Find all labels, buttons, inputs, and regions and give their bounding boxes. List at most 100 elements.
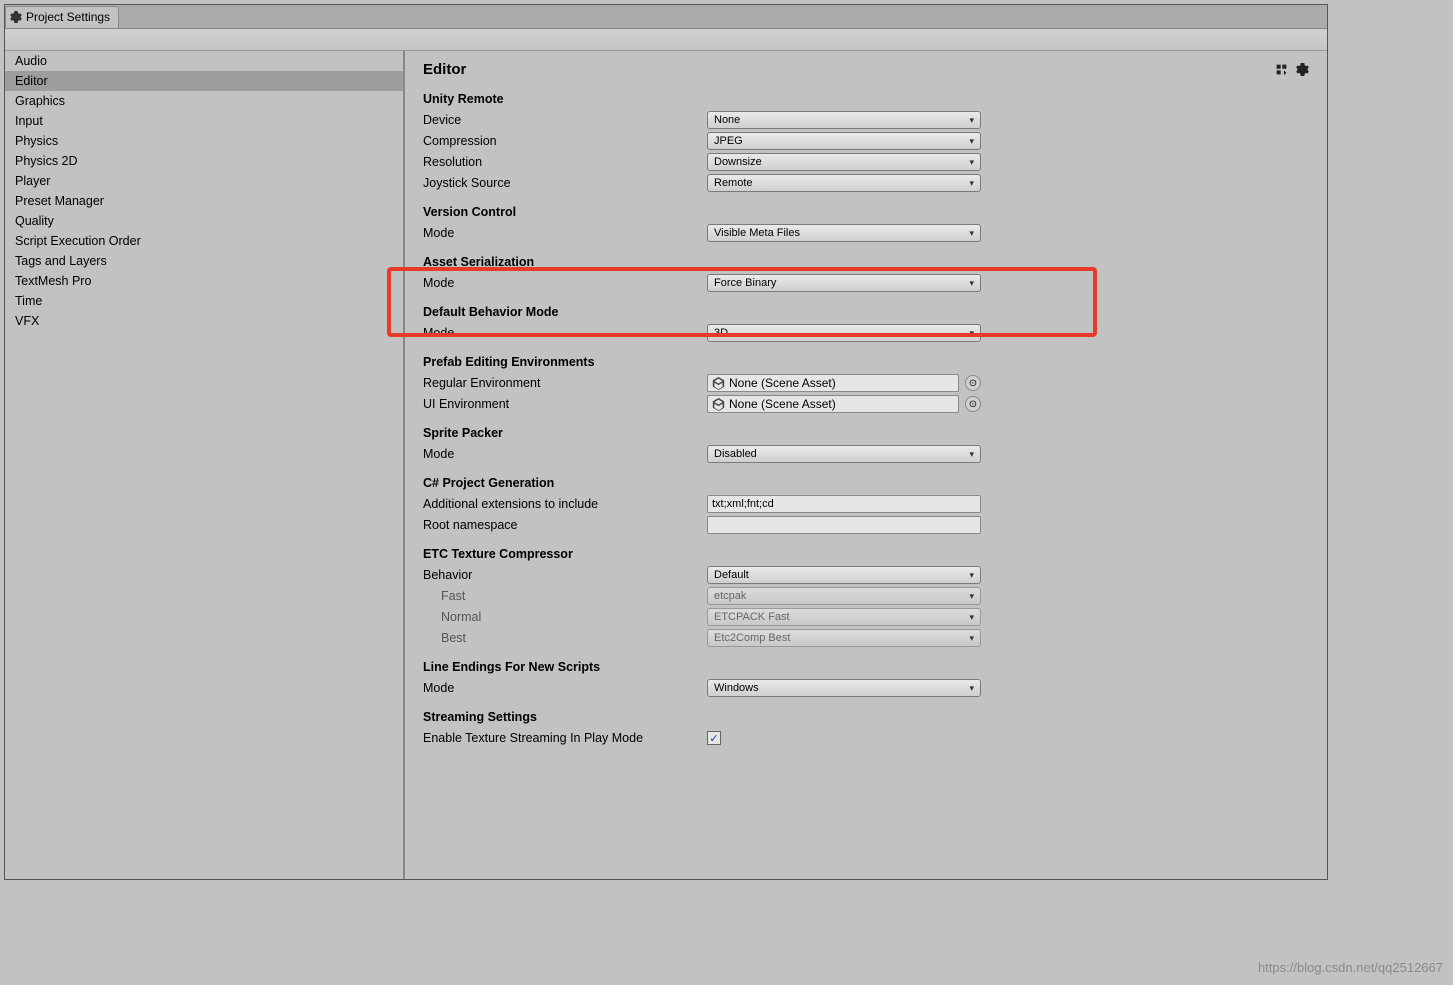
- preset-icon[interactable]: [1275, 63, 1288, 76]
- etc-behavior-dropdown[interactable]: Default ▾: [707, 566, 981, 584]
- section-prefab-env: Prefab Editing Environments: [423, 355, 1309, 369]
- sidebar-item-quality[interactable]: Quality: [5, 211, 403, 231]
- vc-mode-label: Mode: [423, 226, 707, 240]
- sidebar-item-player[interactable]: Player: [5, 171, 403, 191]
- unity-icon: [712, 398, 725, 411]
- cs-ext-label: Additional extensions to include: [423, 497, 707, 511]
- as-mode-dropdown[interactable]: Force Binary ▾: [707, 274, 981, 292]
- section-csharp-gen: C# Project Generation: [423, 476, 1309, 490]
- sidebar-item-script-execution[interactable]: Script Execution Order: [5, 231, 403, 251]
- etc-best-value: Etc2Comp Best: [714, 632, 790, 644]
- chevron-updown-icon: ▾: [969, 229, 974, 238]
- compression-label: Compression: [423, 134, 707, 148]
- compression-value: JPEG: [714, 135, 743, 147]
- sidebar: Audio Editor Graphics Input Physics Phys…: [5, 51, 405, 879]
- sidebar-item-tags-layers[interactable]: Tags and Layers: [5, 251, 403, 271]
- cs-ns-label: Root namespace: [423, 518, 707, 532]
- sidebar-item-vfx[interactable]: VFX: [5, 311, 403, 331]
- sidebar-item-preset-manager[interactable]: Preset Manager: [5, 191, 403, 211]
- chevron-updown-icon: ▾: [969, 684, 974, 693]
- sp-mode-dropdown[interactable]: Disabled ▾: [707, 445, 981, 463]
- ui-env-value: None (Scene Asset): [729, 397, 836, 411]
- etc-best-dropdown: Etc2Comp Best▾: [707, 629, 981, 647]
- unity-icon: [712, 377, 725, 390]
- le-mode-value: Windows: [714, 682, 759, 694]
- sidebar-item-physics[interactable]: Physics: [5, 131, 403, 151]
- chevron-updown-icon: ▾: [969, 179, 974, 188]
- chevron-updown-icon: ▾: [969, 592, 974, 601]
- regular-env-label: Regular Environment: [423, 376, 707, 390]
- sidebar-item-input[interactable]: Input: [5, 111, 403, 131]
- regular-env-picker[interactable]: ⊙: [965, 375, 981, 391]
- chevron-updown-icon: ▾: [969, 571, 974, 580]
- etc-normal-value: ETCPACK Fast: [714, 611, 790, 623]
- chevron-updown-icon: ▾: [969, 279, 974, 288]
- body: Audio Editor Graphics Input Physics Phys…: [5, 51, 1327, 879]
- section-version-control: Version Control: [423, 205, 1309, 219]
- resolution-dropdown[interactable]: Downsize▾: [707, 153, 981, 171]
- joystick-value: Remote: [714, 177, 753, 189]
- page-title: Editor: [423, 61, 1309, 78]
- chevron-updown-icon: ▾: [969, 613, 974, 622]
- sidebar-item-time[interactable]: Time: [5, 291, 403, 311]
- etc-normal-dropdown: ETCPACK Fast ▾: [707, 608, 981, 626]
- watermark: https://blog.csdn.net/qq2512667: [1258, 960, 1443, 975]
- etc-normal-label: Normal: [423, 610, 707, 624]
- as-mode-value: Force Binary: [714, 277, 776, 289]
- db-mode-value: 3D: [714, 327, 728, 339]
- etc-fast-dropdown: etcpak ▾: [707, 587, 981, 605]
- chevron-updown-icon: ▾: [969, 450, 974, 459]
- vc-mode-value: Visible Meta Files: [714, 227, 800, 239]
- project-settings-window: Project Settings Audio Editor Graphics I…: [4, 4, 1328, 880]
- gear-icon: [10, 11, 22, 23]
- etc-behavior-value: Default: [714, 569, 749, 581]
- help-gear-icon[interactable]: [1296, 63, 1309, 76]
- le-mode-label: Mode: [423, 681, 707, 695]
- page-title-text: Editor: [423, 61, 466, 78]
- ui-env-label: UI Environment: [423, 397, 707, 411]
- sidebar-item-physics2d[interactable]: Physics 2D: [5, 151, 403, 171]
- section-unity-remote: Unity Remote: [423, 92, 1309, 106]
- cs-ext-input[interactable]: txt;xml;fnt;cd: [707, 495, 981, 513]
- section-asset-serialization: Asset Serialization: [423, 255, 1309, 269]
- toolbar: [5, 29, 1327, 51]
- sidebar-item-textmesh-pro[interactable]: TextMesh Pro: [5, 271, 403, 291]
- chevron-updown-icon: ▾: [969, 116, 974, 125]
- sidebar-item-editor[interactable]: Editor: [5, 71, 403, 91]
- db-mode-dropdown[interactable]: 3D ▾: [707, 324, 981, 342]
- sidebar-item-audio[interactable]: Audio: [5, 51, 403, 71]
- etc-fast-value: etcpak: [714, 590, 746, 602]
- section-default-behavior: Default Behavior Mode: [423, 305, 1309, 319]
- compression-dropdown[interactable]: JPEG ▾: [707, 132, 981, 150]
- project-settings-tab[interactable]: Project Settings: [5, 6, 119, 28]
- le-mode-dropdown[interactable]: Windows ▾: [707, 679, 981, 697]
- tab-label: Project Settings: [26, 10, 110, 24]
- joystick-label: Joystick Source: [423, 176, 707, 190]
- chevron-updown-icon: ▾: [969, 158, 974, 167]
- chevron-updown-icon: ▾: [969, 137, 974, 146]
- regular-env-field[interactable]: None (Scene Asset): [707, 374, 959, 392]
- etc-fast-label: Fast: [423, 589, 707, 603]
- streaming-enable-label: Enable Texture Streaming In Play Mode: [423, 731, 707, 745]
- section-line-endings: Line Endings For New Scripts: [423, 660, 1309, 674]
- etc-best-label: Best: [423, 631, 707, 645]
- cs-ns-input[interactable]: [707, 516, 981, 534]
- ui-env-field[interactable]: None (Scene Asset): [707, 395, 959, 413]
- main-panel: Editor Unity Remote DeviceNone▾ Compress…: [405, 51, 1327, 879]
- section-streaming: Streaming Settings: [423, 710, 1309, 724]
- joystick-dropdown[interactable]: Remote ▾: [707, 174, 981, 192]
- sp-mode-value: Disabled: [714, 448, 757, 460]
- streaming-enable-checkbox[interactable]: ✓: [707, 731, 721, 745]
- regular-env-value: None (Scene Asset): [729, 376, 836, 390]
- device-dropdown[interactable]: None ▾: [707, 111, 981, 129]
- cs-ext-value: txt;xml;fnt;cd: [712, 498, 774, 510]
- chevron-updown-icon: ▾: [969, 329, 974, 338]
- resolution-label: Resolution: [423, 155, 707, 169]
- section-etc-compressor: ETC Texture Compressor: [423, 547, 1309, 561]
- vc-mode-dropdown[interactable]: Visible Meta Files ▾: [707, 224, 981, 242]
- section-sprite-packer: Sprite Packer: [423, 426, 1309, 440]
- ui-env-picker[interactable]: ⊙: [965, 396, 981, 412]
- tabbar: Project Settings: [5, 5, 1327, 29]
- sidebar-item-graphics[interactable]: Graphics: [5, 91, 403, 111]
- device-value: None: [714, 114, 740, 126]
